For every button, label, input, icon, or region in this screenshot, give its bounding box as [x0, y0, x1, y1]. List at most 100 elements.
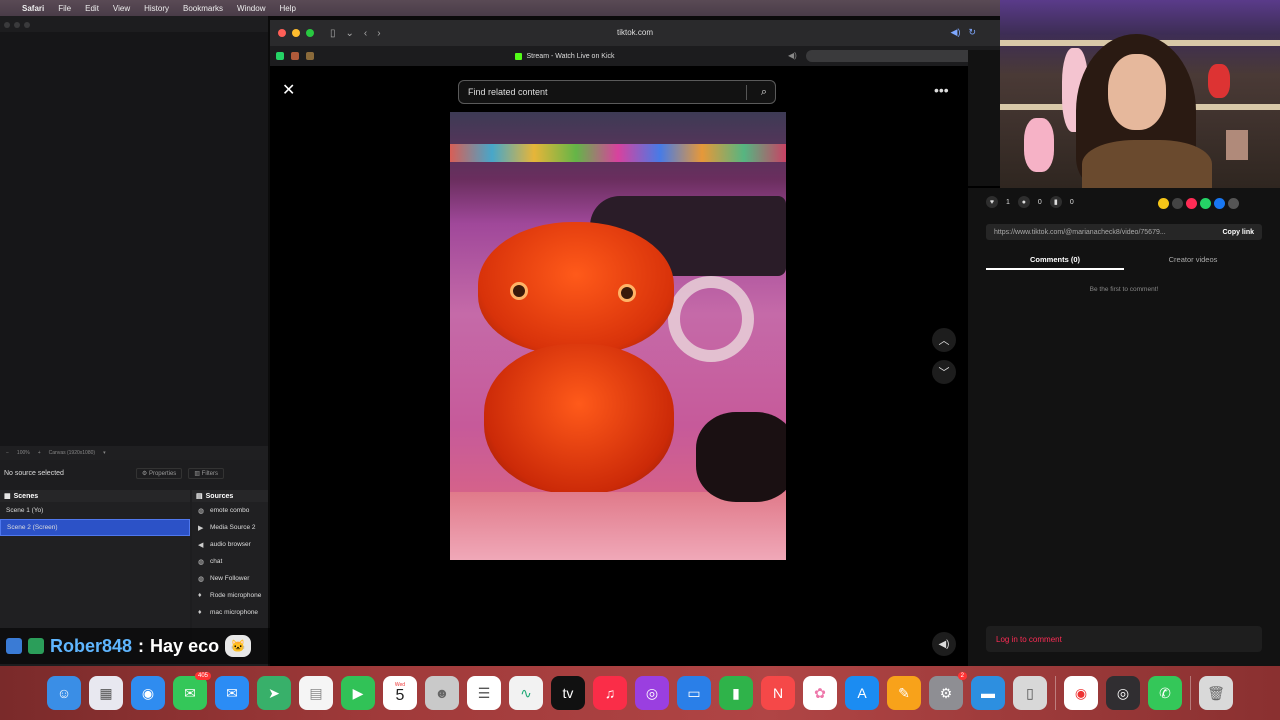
music-icon[interactable]: ♫ [593, 676, 627, 710]
send-icon[interactable] [1186, 198, 1197, 209]
scenes-panel: ▦ Scenes Scene 1 (Yo) Scene 2 (Screen) [0, 490, 190, 640]
comments-tabs: Comments (0) Creator videos [986, 252, 1262, 270]
podcasts-icon[interactable]: ◎ [635, 676, 669, 710]
chevron-down-icon[interactable]: ﹀ [932, 360, 956, 384]
chat-separator: : [138, 635, 145, 656]
scene-item[interactable]: Scene 1 (Yo) [0, 502, 190, 519]
embed-icon[interactable] [1172, 198, 1183, 209]
tab-tiktok[interactable] [806, 50, 992, 62]
safari-icon[interactable]: ◉ [131, 676, 165, 710]
filters-button[interactable]: ▥ Filters [188, 467, 224, 479]
chevron-down-icon[interactable]: ▾ [103, 450, 106, 456]
chevron-up-icon[interactable]: ︿ [932, 328, 956, 352]
globe-icon: ◍ [198, 575, 205, 583]
reminders-icon[interactable]: ☰ [467, 676, 501, 710]
comment-icon[interactable]: ● [1017, 196, 1030, 208]
more-options-icon[interactable]: ••• [934, 82, 949, 98]
canvas-size[interactable]: Canvas (1920x1080) [49, 450, 95, 456]
tab-kick-stream[interactable]: Stream - Watch Live on Kick [330, 46, 800, 66]
chat-badge-icon [28, 638, 44, 654]
launchpad-icon[interactable]: ▦ [89, 676, 123, 710]
search-input[interactable]: Find related content ⌕ [458, 80, 776, 104]
apple-tv-icon[interactable]: tv [551, 676, 585, 710]
news-icon[interactable]: N [761, 676, 795, 710]
copy-link-button[interactable]: Copy link [1222, 229, 1262, 236]
tab-audio-icon[interactable]: ◀) [788, 51, 797, 60]
freeform-icon[interactable]: ∿ [509, 676, 543, 710]
trash-icon[interactable]: 🗑 [1199, 676, 1233, 710]
obs-window-controls[interactable] [4, 22, 30, 28]
search-icon[interactable]: ⌕ [761, 86, 767, 99]
system-settings-icon[interactable]: ⚙ 2 [929, 672, 967, 710]
tab-creator-videos[interactable]: Creator videos [1124, 252, 1262, 270]
mail-icon[interactable]: ✉ [215, 676, 249, 710]
speaker-icon: ◀ [198, 541, 204, 549]
screen: Safari File Edit View History Bookmarks … [0, 0, 1280, 720]
contacts-icon[interactable]: ☻ [425, 676, 459, 710]
source-item[interactable]: ◍ emote combo [192, 502, 268, 519]
close-icon[interactable]: ✕ [282, 80, 295, 100]
filter-icon: ▥ [194, 470, 200, 477]
audio-icon[interactable]: ◀) [951, 27, 961, 38]
chat-badge-icon [6, 638, 22, 654]
address-bar[interactable]: tiktok.com [270, 28, 1000, 37]
coin-icon[interactable] [1158, 198, 1169, 209]
menu-edit[interactable]: Edit [85, 4, 99, 13]
source-item[interactable]: ◀ audio browser [192, 536, 268, 553]
search-divider [746, 85, 747, 100]
obs-icon[interactable]: ◎ [1106, 676, 1140, 710]
facebook-icon[interactable] [1214, 198, 1225, 209]
volume-icon[interactable]: ◀) [932, 632, 956, 656]
app-store-icon[interactable]: A [845, 676, 879, 710]
preview-icon[interactable]: ▯ [1013, 676, 1047, 710]
login-to-comment-button[interactable]: Log in to comment [986, 626, 1262, 652]
scene-item-selected[interactable]: Scene 2 (Screen) [0, 519, 190, 536]
phone-icon[interactable]: ✆ [1148, 676, 1182, 710]
dock-separator [1055, 676, 1056, 710]
source-item[interactable]: ▶ Media Source 2 [192, 519, 268, 536]
mac-dock: ☺ ▦ ◉ ✉ 405 ✉ ➤ ▤ ▶ Wed 5 ☻ ☰ ∿ tv ♫ ◎ ▭ ▮… [0, 666, 1280, 720]
source-item[interactable]: ◍ New Follower [192, 570, 268, 587]
no-source-label: No source selected [4, 469, 64, 477]
whatsapp-icon[interactable] [1200, 198, 1211, 209]
photos-icon[interactable]: ✿ [803, 676, 837, 710]
calendar-icon[interactable]: Wed 5 [383, 676, 417, 710]
safari-tabbar: Stream - Watch Live on Kick ◀) [270, 46, 1000, 66]
tab-comments[interactable]: Comments (0) [986, 252, 1124, 270]
messages-icon[interactable]: ✉ 405 [173, 672, 211, 710]
tab-favicon-icon[interactable] [306, 52, 314, 60]
zoom-in-icon[interactable]: + [38, 450, 41, 456]
menu-view[interactable]: View [113, 4, 130, 13]
pages-icon[interactable]: ✎ [887, 676, 921, 710]
tab-favicon-icon[interactable] [291, 52, 299, 60]
facetime-icon[interactable]: ▶ [341, 676, 375, 710]
whatsapp-tab-icon[interactable] [276, 52, 284, 60]
source-item[interactable]: ♦ mac microphone [192, 604, 268, 621]
keynote-icon[interactable]: ▭ [677, 676, 711, 710]
numbers-icon[interactable]: ▮ [719, 676, 753, 710]
source-item[interactable]: ♦ Rode microphone [192, 587, 268, 604]
share-icon[interactable] [1228, 198, 1239, 209]
reload-icon[interactable]: ↻ [968, 27, 976, 38]
menu-help[interactable]: Help [279, 4, 295, 13]
folder-icon[interactable]: ▬ [971, 676, 1005, 710]
mic-icon: ♦ [198, 609, 202, 616]
bookmark-icon[interactable]: ▮ [1049, 196, 1062, 208]
menu-bookmarks[interactable]: Bookmarks [183, 4, 223, 13]
source-item[interactable]: ◍ chat [192, 553, 268, 570]
notes-icon[interactable]: ▤ [299, 676, 333, 710]
empty-comments-message: Be the first to comment! [1089, 286, 1159, 293]
finder-icon[interactable]: ☺ [47, 676, 81, 710]
share-row [1158, 198, 1239, 209]
zoom-level: 100% [16, 450, 30, 456]
heart-icon[interactable]: ♥ [986, 196, 998, 208]
menu-window[interactable]: Window [237, 4, 265, 13]
properties-button[interactable]: ⚙ Properties [135, 467, 183, 479]
maps-icon[interactable]: ➤ [257, 676, 291, 710]
menu-history[interactable]: History [144, 4, 169, 13]
zoom-out-icon[interactable]: − [6, 450, 9, 456]
chrome-icon[interactable]: ◉ [1064, 676, 1098, 710]
menu-file[interactable]: File [58, 4, 71, 13]
video-player[interactable] [450, 112, 786, 560]
menu-app-name[interactable]: Safari [22, 4, 44, 13]
